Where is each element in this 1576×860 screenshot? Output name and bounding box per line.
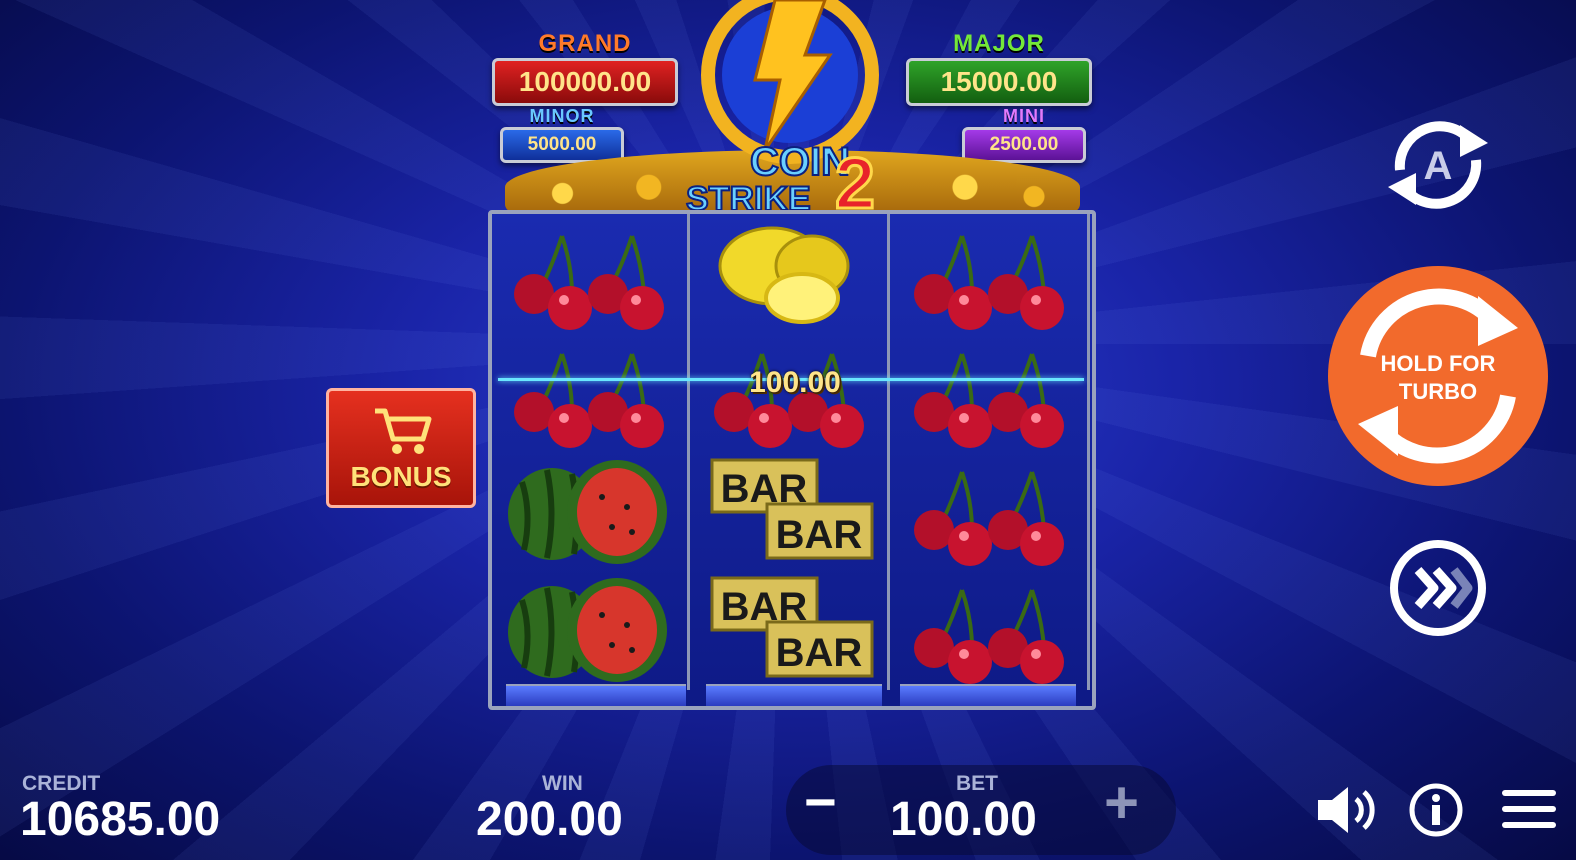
bet-decrease-button[interactable]: −	[804, 772, 837, 832]
cherry-icon	[514, 353, 664, 448]
cherry-symbol	[892, 216, 1087, 334]
watermelon-icon	[508, 578, 667, 682]
jackpot-grand-label: GRAND	[538, 30, 632, 57]
svg-text:BAR: BAR	[776, 513, 863, 557]
cherry-symbol	[492, 334, 687, 452]
logo-number-text: 2	[835, 144, 875, 220]
cherry-symbol	[892, 334, 1087, 452]
jackpot-minor-value: 5000.00	[500, 127, 624, 163]
jackpot-mini: MINI 2500.00	[962, 106, 1086, 163]
reel-grid: BAR BAR BAR BAR	[488, 210, 1096, 710]
menu-icon[interactable]	[1502, 786, 1556, 832]
cherry-symbol	[892, 570, 1087, 688]
bar-icon: BARBAR	[710, 576, 874, 678]
bonus-label: BONUS	[350, 461, 452, 492]
jackpot-minor: MINOR 5000.00	[500, 106, 624, 163]
jackpot-major-label: MAJOR	[953, 30, 1045, 57]
bet-increase-button[interactable]: +	[1104, 770, 1139, 836]
cherry-icon	[914, 589, 1064, 684]
watermelon-symbol	[492, 452, 687, 570]
jackpot-minor-label: MINOR	[529, 106, 595, 126]
bar-symbol: BAR BAR	[692, 570, 887, 688]
spin-button[interactable]: HOLD FOR TURBO	[1328, 266, 1548, 486]
cherry-icon	[914, 353, 1064, 448]
watermelon-icon	[508, 460, 667, 564]
jackpot-grand-value: 100000.00	[492, 58, 678, 106]
bar-symbol: BAR BAR	[692, 452, 887, 570]
spin-label-line2: TURBO	[1398, 379, 1478, 404]
cherry-symbol	[492, 216, 687, 334]
lemon-symbol	[692, 216, 887, 334]
cherry-icon	[514, 235, 664, 330]
spin-label-line1: HOLD FOR	[1380, 351, 1496, 376]
cart-icon	[375, 408, 432, 454]
autoplay-label: A	[1424, 144, 1453, 188]
autoplay-button[interactable]: A	[1380, 115, 1496, 215]
turbo-button[interactable]	[1388, 538, 1488, 638]
reel-1	[492, 214, 690, 690]
win-value: 200.00	[476, 793, 623, 846]
reel-2: BAR BAR BAR BAR	[692, 214, 890, 690]
lemon-icon	[718, 226, 850, 324]
svg-text:BAR: BAR	[776, 631, 863, 675]
jackpot-mini-label: MINI	[1003, 106, 1045, 126]
cherry-icon	[914, 471, 1064, 566]
game-logo: COIN STRIKE 2	[685, 0, 879, 220]
cherry-symbol	[892, 452, 1087, 570]
spin-label: HOLD FOR TURBO	[1328, 350, 1548, 406]
coin-value: 100.00	[749, 366, 841, 399]
bar-icon: BARBAR	[710, 458, 874, 560]
reel-2-progress	[706, 684, 882, 706]
bet-value: 100.00	[890, 793, 1037, 846]
reel-3-progress	[900, 684, 1076, 706]
credit-value: 10685.00	[20, 793, 221, 846]
reel-1-progress	[506, 684, 686, 706]
bonus-button[interactable]: BONUS	[326, 388, 476, 508]
reel-3	[892, 214, 1090, 690]
cherry-icon	[914, 235, 1064, 330]
fast-forward-icon	[1414, 567, 1439, 609]
jackpot-major-value: 15000.00	[906, 58, 1092, 106]
jackpot-major: MAJOR 15000.00	[906, 30, 1092, 106]
sound-icon[interactable]	[1314, 784, 1376, 836]
jackpot-mini-value: 2500.00	[962, 127, 1086, 163]
info-icon[interactable]	[1408, 782, 1464, 838]
watermelon-symbol	[492, 570, 687, 688]
jackpot-grand: GRAND 100000.00	[492, 30, 678, 106]
